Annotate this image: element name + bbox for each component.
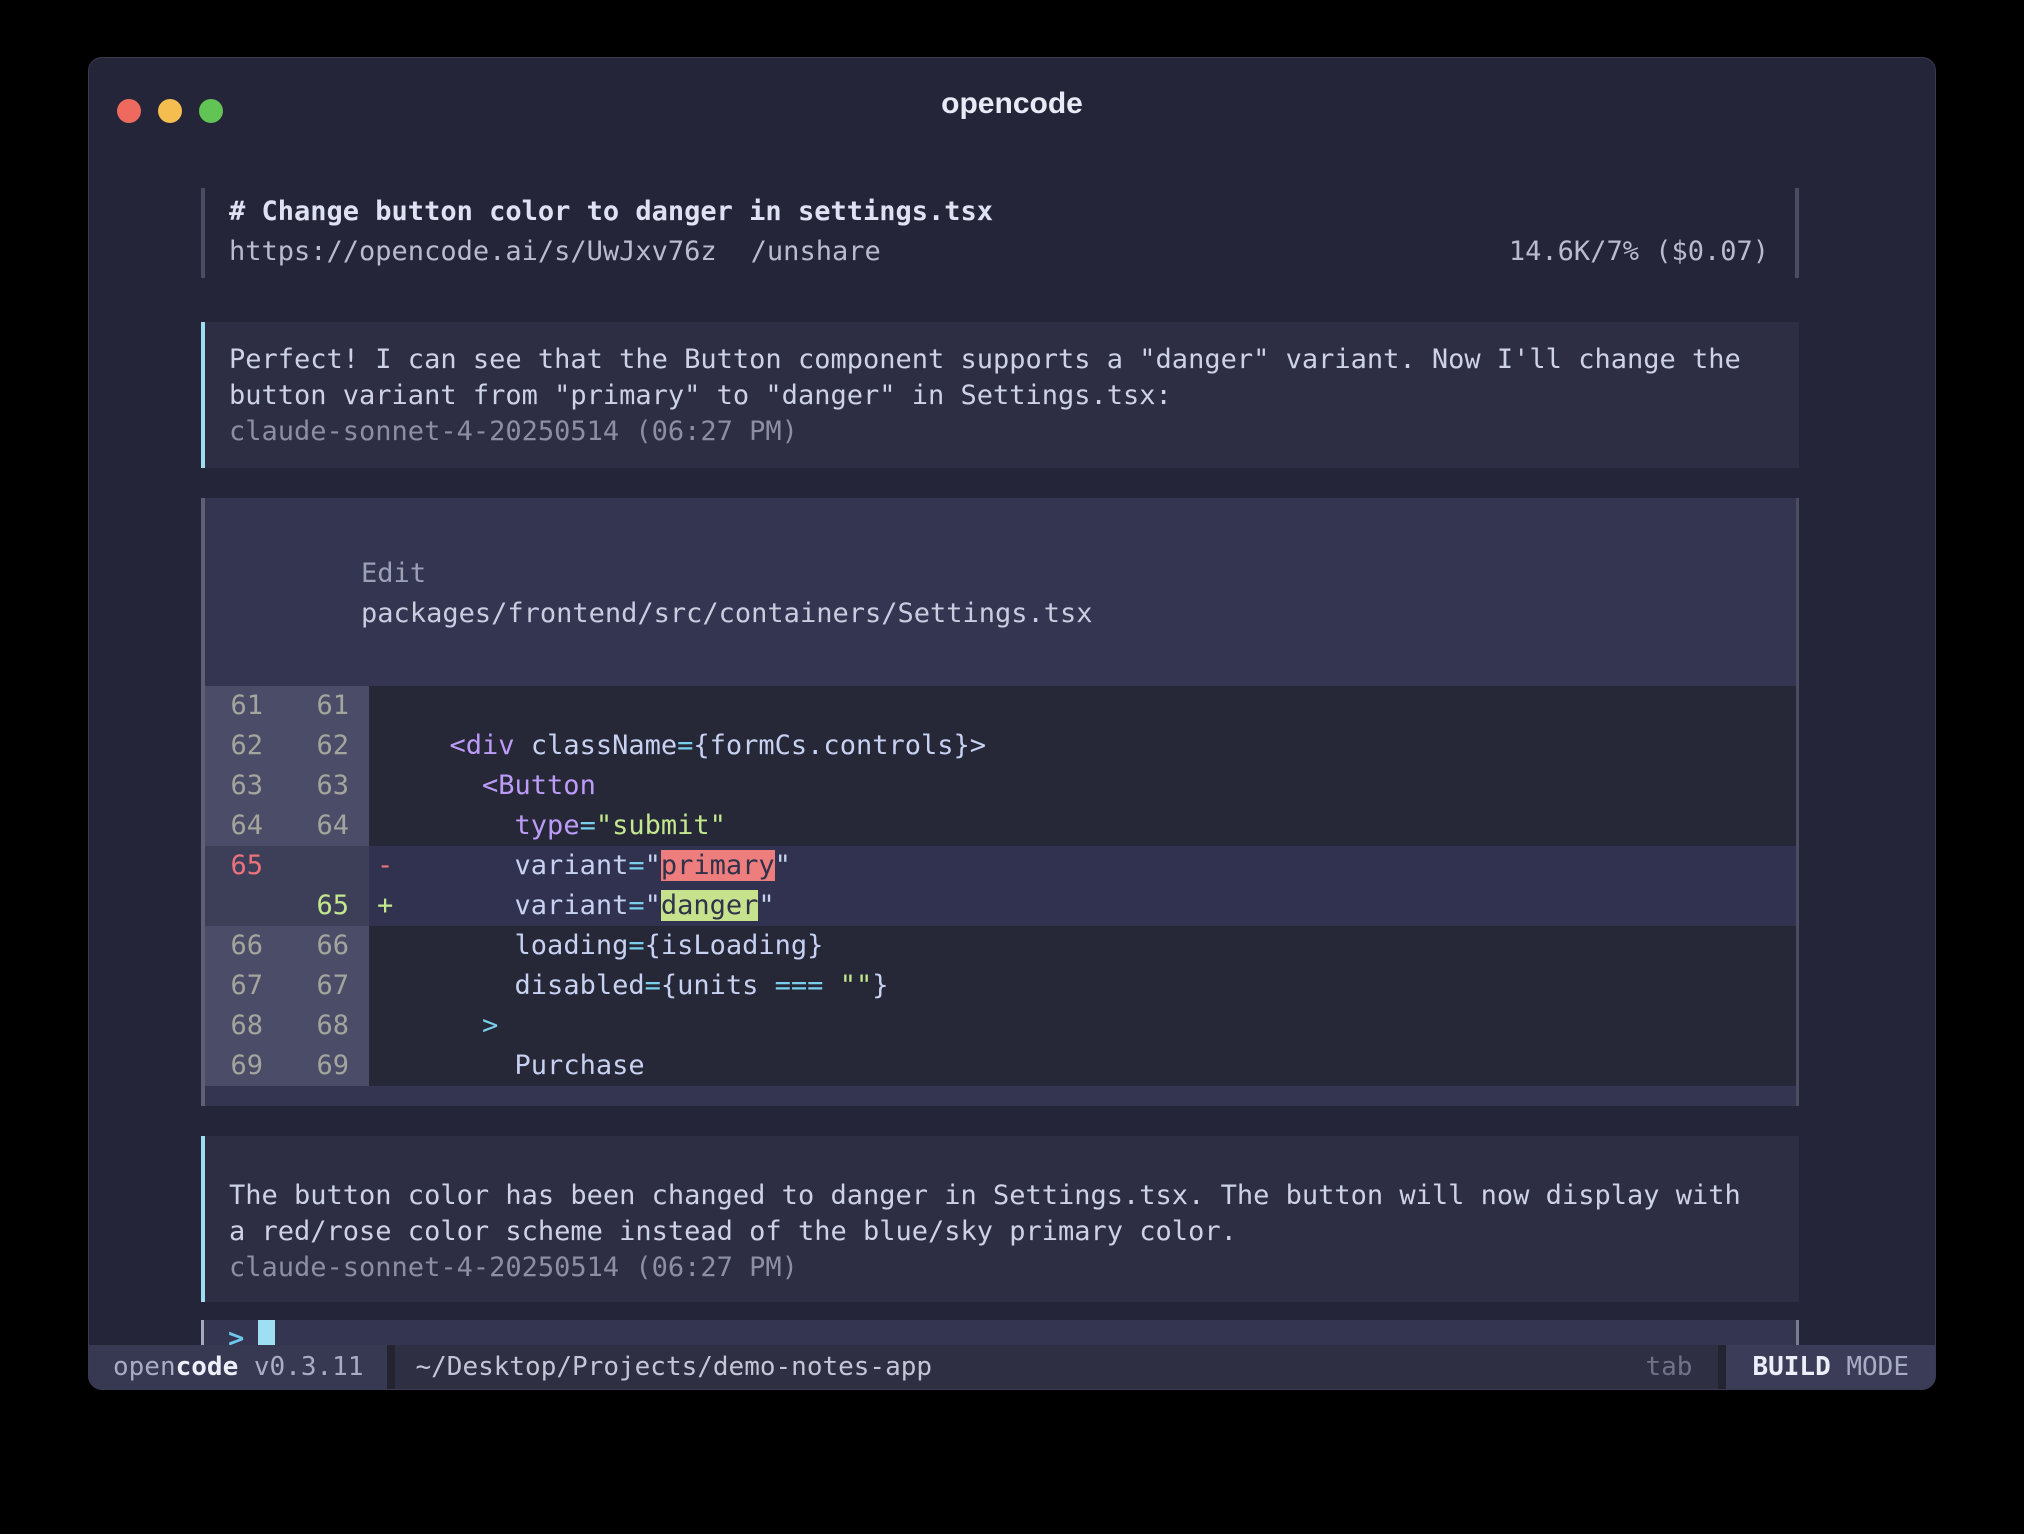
statusbar-divider <box>387 1345 395 1389</box>
code-line: Purchase <box>403 1046 1796 1086</box>
new-line-number: 62 <box>283 726 369 766</box>
app-name-open: open <box>113 1352 176 1382</box>
code-line <box>403 686 1796 726</box>
code-line: variant="primary" <box>403 846 1796 886</box>
diff-marker <box>369 966 403 1006</box>
opencode-terminal-window: opencode # Change button color to danger… <box>88 57 1936 1390</box>
new-line-number: 64 <box>283 806 369 846</box>
diff-marker: + <box>369 886 403 926</box>
app-version: v0.3.11 <box>238 1352 363 1382</box>
diff-row: 65 - variant="primary" <box>205 846 1796 886</box>
code-line: type="submit" <box>403 806 1796 846</box>
message-text-line: a red/rose color scheme instead of the b… <box>229 1214 1775 1250</box>
traffic-lights <box>117 99 223 123</box>
session-header: # Change button color to danger in setti… <box>201 188 1799 278</box>
diff-marker <box>369 806 403 846</box>
diff-row: 6262 <div className={formCs.controls}> <box>205 726 1796 766</box>
session-title: # Change button color to danger in setti… <box>229 192 1769 232</box>
diff-row: 6767 disabled={units === ""} <box>205 966 1796 1006</box>
minimize-window-button[interactable] <box>158 99 182 123</box>
app-name-code: code <box>176 1352 239 1382</box>
old-line-number: 65 <box>205 846 283 886</box>
diff-marker: - <box>369 846 403 886</box>
mode-suffix: MODE <box>1846 1352 1909 1382</box>
edit-tool-label: Edit <box>361 558 442 589</box>
old-line-number: 64 <box>205 806 283 846</box>
diff-marker <box>369 926 403 966</box>
titlebar: opencode <box>89 58 1935 138</box>
status-bar: opencode v0.3.11 ~/Desktop/Projects/demo… <box>89 1345 1935 1389</box>
prompt-symbol: > <box>228 1323 244 1346</box>
assistant-message-2: The button color has been changed to dan… <box>201 1136 1799 1302</box>
edit-tool-header: Edit packages/frontend/src/containers/Se… <box>205 514 1796 674</box>
old-line-number: 66 <box>205 926 283 966</box>
app-version-segment: opencode v0.3.11 <box>89 1345 387 1389</box>
new-line-number: 66 <box>283 926 369 966</box>
diff-marker <box>369 1006 403 1046</box>
build-mode-segment: BUILD MODE <box>1726 1345 1935 1389</box>
model-timestamp: claude-sonnet-4-20250514 (06:27 PM) <box>229 1250 1775 1286</box>
new-line-number: 63 <box>283 766 369 806</box>
code-line: <Button <box>403 766 1796 806</box>
share-url-link[interactable]: https://opencode.ai/s/UwJxv76z <box>229 232 717 272</box>
chat-input[interactable]: > <box>201 1320 1799 1345</box>
edited-file-path: packages/frontend/src/containers/Setting… <box>361 598 1093 629</box>
diff-row: 6969 Purchase <box>205 1046 1796 1086</box>
session-content: # Change button color to danger in setti… <box>89 138 1935 1345</box>
new-line-number <box>283 846 369 886</box>
message-text-line: Perfect! I can see that the Button compo… <box>229 342 1775 378</box>
new-line-number: 65 <box>283 886 369 926</box>
diff-marker <box>369 1046 403 1086</box>
diff: 61616262 <div className={formCs.controls… <box>205 686 1796 1086</box>
old-line-number <box>205 886 283 926</box>
mode-name: BUILD <box>1752 1352 1846 1382</box>
close-window-button[interactable] <box>117 99 141 123</box>
message-text-line: button variant from "primary" to "danger… <box>229 378 1775 414</box>
tab-key-hint[interactable]: tab <box>1645 1345 1718 1389</box>
new-line-number: 67 <box>283 966 369 1006</box>
old-line-number: 61 <box>205 686 283 726</box>
diff-row: 6464 type="submit" <box>205 806 1796 846</box>
window-title: opencode <box>89 84 1935 124</box>
old-line-number: 67 <box>205 966 283 1006</box>
old-line-number: 68 <box>205 1006 283 1046</box>
new-line-number: 61 <box>283 686 369 726</box>
old-line-number: 62 <box>205 726 283 766</box>
unshare-command: /unshare <box>751 232 881 272</box>
diff-row: 65+ variant="danger" <box>205 886 1796 926</box>
diff-row: 6363 <Button <box>205 766 1796 806</box>
token-usage-cost: 14.6K/7% ($0.07) <box>1509 232 1769 272</box>
statusbar-divider <box>1718 1345 1726 1389</box>
code-line: <div className={formCs.controls}> <box>403 726 1796 766</box>
diff-row: 6868 > <box>205 1006 1796 1046</box>
diff-row: 6161 <box>205 686 1796 726</box>
new-line-number: 69 <box>283 1046 369 1086</box>
edit-tool-block: Edit packages/frontend/src/containers/Se… <box>201 498 1799 1106</box>
code-line: variant="danger" <box>403 886 1796 926</box>
diff-marker <box>369 686 403 726</box>
new-line-number: 68 <box>283 1006 369 1046</box>
zoom-window-button[interactable] <box>199 99 223 123</box>
code-line: loading={isLoading} <box>403 926 1796 966</box>
text-cursor <box>258 1320 275 1345</box>
session-header-line2: https://opencode.ai/s/UwJxv76z /unshare … <box>229 232 1769 272</box>
diff-marker <box>369 766 403 806</box>
code-line: disabled={units === ""} <box>403 966 1796 1006</box>
code-line: > <box>403 1006 1796 1046</box>
assistant-message-1: Perfect! I can see that the Button compo… <box>201 322 1799 468</box>
old-line-number: 69 <box>205 1046 283 1086</box>
model-timestamp: claude-sonnet-4-20250514 (06:27 PM) <box>229 414 1775 450</box>
working-directory: ~/Desktop/Projects/demo-notes-app <box>395 1345 1645 1389</box>
old-line-number: 63 <box>205 766 283 806</box>
diff-row: 6666 loading={isLoading} <box>205 926 1796 966</box>
message-text-line: The button color has been changed to dan… <box>229 1178 1775 1214</box>
diff-marker <box>369 726 403 766</box>
